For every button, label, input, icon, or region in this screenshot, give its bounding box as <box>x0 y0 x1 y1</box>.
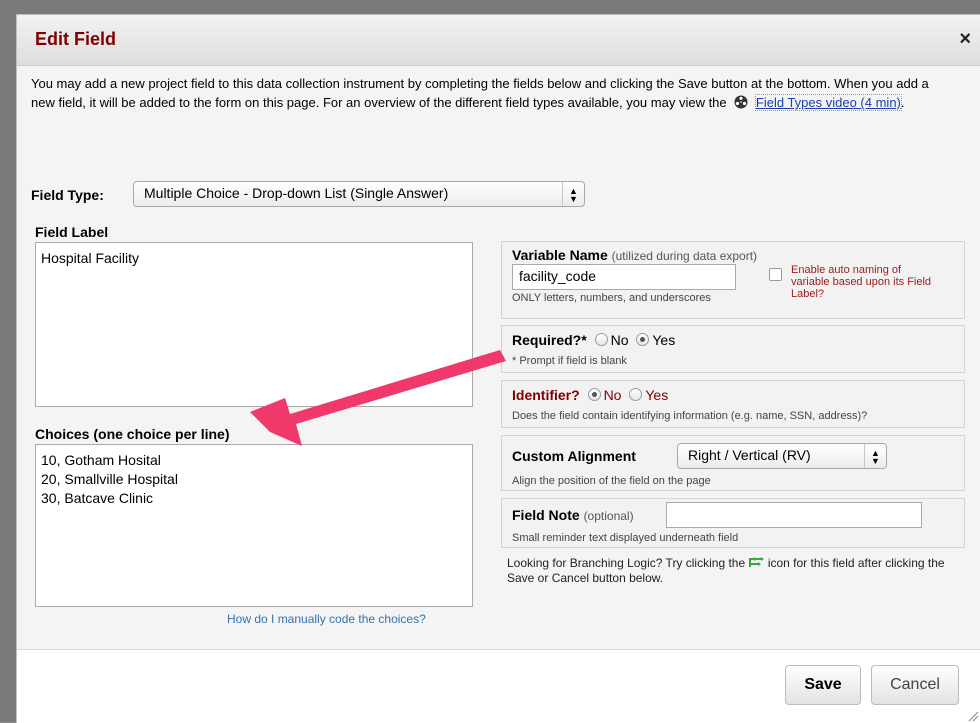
field-note-title: Field Note (optional) <box>512 507 634 523</box>
required-panel: Required?* No Yes * Prompt if field is b… <box>501 325 965 373</box>
resize-grip-icon[interactable] <box>967 710 979 722</box>
required-yes-label: Yes <box>652 332 676 348</box>
custom-alignment-title: Custom Alignment <box>512 448 636 464</box>
choice-line: 10, Gotham Hosital <box>41 452 161 468</box>
auto-naming-label: Enable auto naming of variable based upo… <box>791 264 932 300</box>
field-types-video-link[interactable]: Field Types video (4 min) <box>754 94 902 111</box>
choice-line: 30, Batcave Clinic <box>41 490 154 506</box>
identifier-yes-radio[interactable] <box>629 388 643 401</box>
intro-text: You may add a new project field to this … <box>31 74 951 112</box>
choice-line: 20, Smallville Hospital <box>41 471 178 487</box>
identifier-panel: Identifier? No Yes Does the field contai… <box>501 380 965 428</box>
field-note-title-text: Field Note <box>512 507 580 523</box>
field-note-input[interactable] <box>666 502 922 528</box>
dialog-title: Edit Field <box>35 29 116 49</box>
choices-heading: Choices (one choice per line) <box>35 426 230 442</box>
edit-field-dialog: Edit Field × You may add a new project f… <box>16 14 980 723</box>
variable-name-panel: Variable Name (utilized during data expo… <box>501 241 965 319</box>
field-note-subtitle: (optional) <box>583 509 634 523</box>
field-type-selected: Multiple Choice - Drop-down List (Single… <box>144 185 449 201</box>
required-row: Required?* No Yes <box>512 332 675 348</box>
close-icon[interactable]: × <box>959 28 971 51</box>
auto-naming-checkbox[interactable] <box>769 268 782 281</box>
field-label-heading: Field Label <box>35 224 109 240</box>
identifier-no-label: No <box>603 387 622 403</box>
field-type-select[interactable]: Multiple Choice - Drop-down List (Single… <box>133 181 585 207</box>
required-title: Required?* <box>512 332 587 348</box>
variable-name-subtitle: (utilized during data export) <box>611 249 758 263</box>
select-arrows-icon: ▲ ▼ <box>562 182 584 206</box>
custom-alignment-select[interactable]: Right / Vertical (RV) ▲ ▼ <box>677 443 887 469</box>
dialog-footer: Save Cancel <box>17 649 980 723</box>
required-yes-radio[interactable] <box>636 333 650 346</box>
branching-logic-icon <box>748 556 767 570</box>
required-no-radio[interactable] <box>594 333 608 346</box>
intro-text-end: . <box>900 95 905 110</box>
dialog-titlebar: Edit Field × <box>17 15 980 66</box>
branching-logic-hint: Looking for Branching Logic? Try clickin… <box>507 556 947 586</box>
field-label-textarea[interactable]: Hospital Facility <box>35 242 473 407</box>
identifier-yes-label: Yes <box>645 387 669 403</box>
identifier-title: Identifier? <box>512 387 580 403</box>
dialog-content: You may add a new project field to this … <box>17 66 980 649</box>
film-reel-icon <box>733 95 749 109</box>
variable-name-title: Variable Name (utilized during data expo… <box>512 247 757 263</box>
custom-alignment-hint: Align the position of the field on the p… <box>512 475 711 487</box>
required-no-label: No <box>610 332 629 348</box>
branching-text-before: Looking for Branching Logic? Try clickin… <box>507 556 746 570</box>
save-button[interactable]: Save <box>785 665 861 705</box>
choices-textarea[interactable]: 10, Gotham Hosital 20, Smallville Hospit… <box>35 444 473 607</box>
variable-name-hint: ONLY letters, numbers, and underscores <box>512 292 711 304</box>
field-note-panel: Field Note (optional) Small reminder tex… <box>501 498 965 548</box>
identifier-hint: Does the field contain identifying infor… <box>512 410 868 422</box>
custom-alignment-selected: Right / Vertical (RV) <box>688 447 811 463</box>
field-note-hint: Small reminder text displayed underneath… <box>512 532 739 544</box>
identifier-no-radio[interactable] <box>587 388 601 401</box>
variable-name-input[interactable]: facility_code <box>512 264 736 290</box>
custom-alignment-panel: Custom Alignment Right / Vertical (RV) ▲… <box>501 435 965 491</box>
select-arrows-icon: ▲ ▼ <box>864 444 886 468</box>
manual-code-choices-link[interactable]: How do I manually code the choices? <box>227 612 426 626</box>
required-hint: * Prompt if field is blank <box>512 355 627 367</box>
cancel-button[interactable]: Cancel <box>871 665 959 705</box>
identifier-row: Identifier? No Yes <box>512 387 668 403</box>
field-type-label: Field Type: <box>31 187 104 203</box>
variable-name-title-text: Variable Name <box>512 247 608 263</box>
